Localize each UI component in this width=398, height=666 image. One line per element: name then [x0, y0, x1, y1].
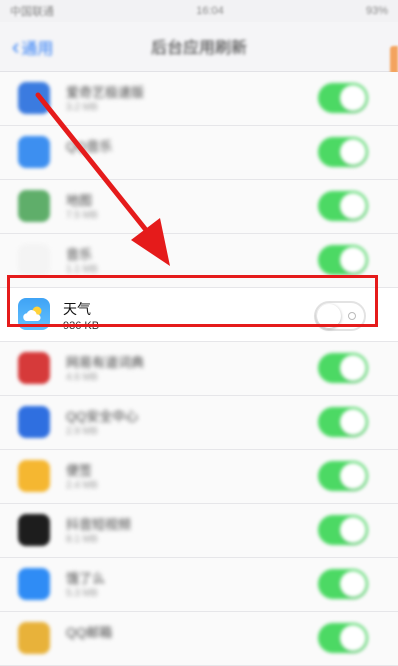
page-title: 后台应用刷新 — [150, 40, 247, 57]
background-refresh-toggle[interactable] — [318, 623, 368, 653]
app-size: 3.2 MB — [66, 102, 98, 113]
background-refresh-toggle[interactable] — [318, 461, 368, 491]
list-item[interactable]: 天气 936 KB — [0, 288, 398, 342]
app-name: QQ安全中心 — [66, 409, 139, 424]
list-item[interactable]: QQ邮箱 — [0, 612, 398, 666]
app-size: 8.1 MB — [66, 534, 98, 545]
app-name: QQ邮箱 — [66, 625, 113, 640]
app-icon-black — [18, 514, 50, 546]
status-bar: 中国联通 16:04 93% — [0, 0, 398, 22]
battery-text: 93% — [365, 5, 388, 17]
list-item[interactable]: 地图 7.5 MB — [0, 180, 398, 234]
list-item[interactable]: 便签 2.4 MB — [0, 450, 398, 504]
list-item[interactable]: 抖音短视频 8.1 MB — [0, 504, 398, 558]
app-icon-red — [18, 352, 50, 384]
app-size: 2.9 MB — [66, 426, 98, 437]
list-item[interactable]: 饿了么 5.3 MB — [0, 558, 398, 612]
background-refresh-toggle[interactable] — [318, 569, 368, 599]
app-name: 抖音短视频 — [66, 517, 132, 532]
app-name: 爱奇艺极速版 — [66, 85, 145, 100]
app-icon-yellow — [18, 460, 50, 492]
app-name: 便签 — [66, 463, 93, 478]
list-item[interactable]: 网易有道词典 4.6 MB — [0, 342, 398, 396]
app-name: 音乐 — [66, 247, 93, 262]
app-name: 天气 — [63, 301, 91, 317]
app-name: 网易有道词典 — [66, 355, 145, 370]
list-item[interactable]: QQ音乐 — [0, 126, 398, 180]
app-icon-blue — [18, 82, 50, 114]
app-icon-yellow — [18, 622, 50, 654]
app-name: QQ音乐 — [66, 139, 113, 154]
list-item[interactable]: QQ安全中心 2.9 MB — [0, 396, 398, 450]
background-refresh-toggle[interactable] — [318, 407, 368, 437]
background-refresh-toggle[interactable] — [318, 515, 368, 545]
music-icon — [18, 244, 50, 276]
background-refresh-toggle[interactable] — [318, 137, 368, 167]
app-size: 4.6 MB — [66, 372, 98, 383]
list-item[interactable]: 音乐 1.1 MB — [0, 234, 398, 288]
app-size: 936 KB — [63, 320, 100, 332]
background-refresh-toggle[interactable] — [318, 83, 368, 113]
background-refresh-toggle[interactable] — [318, 245, 368, 275]
toggle-off-indicator — [348, 312, 356, 320]
maps-icon — [18, 190, 50, 222]
carrier-text: 中国联通 — [10, 6, 54, 18]
app-size: 7.5 MB — [66, 210, 98, 221]
app-size: 1.1 MB — [66, 264, 98, 275]
app-size: 5.3 MB — [66, 588, 98, 599]
weather-icon — [18, 298, 50, 330]
app-size: 2.4 MB — [66, 480, 98, 491]
list-item[interactable]: 爱奇艺极速版 3.2 MB — [0, 72, 398, 126]
background-refresh-toggle[interactable] — [318, 191, 368, 221]
background-refresh-toggle[interactable] — [318, 353, 368, 383]
app-list: 爱奇艺极速版 3.2 MB QQ音乐地图 7.5 MB 音乐 1.1 MB 天气 936 KB… — [0, 72, 398, 666]
navigation-bar: ‹ 通用 后台应用刷新 — [0, 22, 398, 74]
shield-icon — [18, 406, 50, 438]
app-icon-blue — [18, 568, 50, 600]
time-text: 16:04 — [196, 5, 224, 17]
background-refresh-toggle[interactable] — [314, 301, 366, 331]
floating-edge-button[interactable] — [390, 46, 398, 74]
app-name: 地图 — [66, 193, 93, 208]
app-icon-blue — [18, 136, 50, 168]
app-name: 饿了么 — [66, 571, 106, 586]
